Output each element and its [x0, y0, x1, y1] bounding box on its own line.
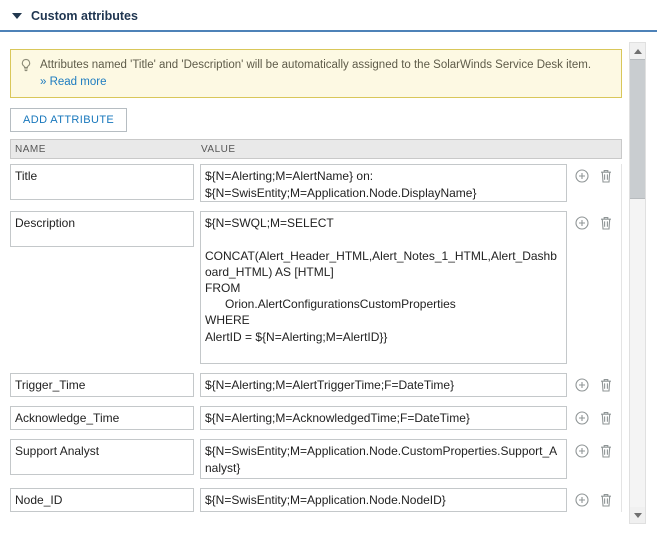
add-attribute-button[interactable]: ADD ATTRIBUTE: [10, 108, 128, 133]
scroll-up-button[interactable]: [630, 43, 645, 59]
add-row-icon[interactable]: [575, 444, 589, 458]
row-actions: [575, 216, 612, 230]
add-row-icon[interactable]: [575, 378, 589, 392]
delete-row-icon[interactable]: [600, 216, 612, 230]
section-header[interactable]: Custom attributes: [0, 0, 657, 32]
add-row-icon[interactable]: [575, 493, 589, 507]
delete-row-icon[interactable]: [600, 411, 612, 425]
attribute-value-input[interactable]: ${N=Alerting;M=AlertTriggerTime;F=DateTi…: [200, 373, 567, 398]
scroll-down-button[interactable]: [630, 507, 645, 523]
arrow-down-icon: [633, 512, 642, 518]
table-header-row: NAME VALUE: [10, 139, 622, 160]
row-actions: [575, 169, 612, 183]
custom-attributes-panel: Custom attributes Attributes named 'Titl…: [0, 0, 657, 535]
add-row-icon[interactable]: [575, 216, 589, 230]
collapse-arrow-icon[interactable]: [12, 13, 22, 19]
table-row: Trigger_Time ${N=Alerting;M=AlertTrigger…: [10, 373, 621, 398]
attribute-value-input[interactable]: ${N=Alerting;M=AcknowledgedTime;F=DateTi…: [200, 406, 567, 431]
name-column-header: NAME: [15, 143, 46, 155]
delete-row-icon[interactable]: [600, 169, 612, 183]
delete-row-icon[interactable]: [600, 444, 612, 458]
attributes-table: NAME VALUE Title ${N=Alerting;M=AlertNam…: [10, 139, 622, 513]
attribute-name-input[interactable]: Description: [10, 211, 194, 248]
attribute-name-input[interactable]: Support Analyst: [10, 439, 194, 476]
attribute-value-input[interactable]: ${N=Alerting;M=AlertName} on: ${N=SwisEn…: [200, 164, 567, 203]
table-row: Description ${N=SWQL;M=SELECT CONCAT(Ale…: [10, 211, 621, 365]
arrow-up-icon: [633, 48, 642, 54]
vertical-scrollbar[interactable]: [629, 42, 646, 524]
table-row: Support Analyst ${N=SwisEntity;M=Applica…: [10, 439, 621, 480]
value-column-header: VALUE: [201, 143, 236, 155]
attribute-value-input[interactable]: ${N=SwisEntity;M=Application.Node.NodeID…: [200, 488, 567, 513]
attribute-value-input[interactable]: ${N=SWQL;M=SELECT CONCAT(Alert_Header_HT…: [200, 211, 567, 365]
attribute-value-input[interactable]: ${N=SwisEntity;M=Application.Node.Custom…: [200, 439, 567, 480]
delete-row-icon[interactable]: [600, 378, 612, 392]
attribute-name-input[interactable]: Acknowledge_Time: [10, 406, 194, 431]
attribute-name-input[interactable]: Title: [10, 164, 194, 201]
lightbulb-icon: [19, 58, 33, 90]
info-banner: Attributes named 'Title' and 'Descriptio…: [10, 49, 622, 99]
row-actions: [575, 444, 612, 458]
scrollbar-track[interactable]: [630, 59, 645, 507]
table-row: Title ${N=Alerting;M=AlertName} on: ${N=…: [10, 164, 621, 203]
table-body: Title ${N=Alerting;M=AlertName} on: ${N=…: [10, 164, 622, 513]
add-row-icon[interactable]: [575, 411, 589, 425]
row-actions: [575, 493, 612, 507]
table-row: Node_ID ${N=SwisEntity;M=Application.Nod…: [10, 488, 621, 513]
delete-row-icon[interactable]: [600, 493, 612, 507]
section-content: Attributes named 'Title' and 'Descriptio…: [0, 32, 622, 513]
row-actions: [575, 378, 612, 392]
add-row-icon[interactable]: [575, 169, 589, 183]
attribute-name-input[interactable]: Trigger_Time: [10, 373, 194, 398]
row-actions: [575, 411, 612, 425]
banner-text: Attributes named 'Title' and 'Descriptio…: [40, 59, 592, 71]
table-row: Acknowledge_Time ${N=Alerting;M=Acknowle…: [10, 406, 621, 431]
section-title: Custom attributes: [31, 9, 138, 23]
read-more-link[interactable]: » Read more: [40, 76, 106, 88]
scrollbar-thumb[interactable]: [630, 59, 645, 199]
attribute-name-input[interactable]: Node_ID: [10, 488, 194, 513]
